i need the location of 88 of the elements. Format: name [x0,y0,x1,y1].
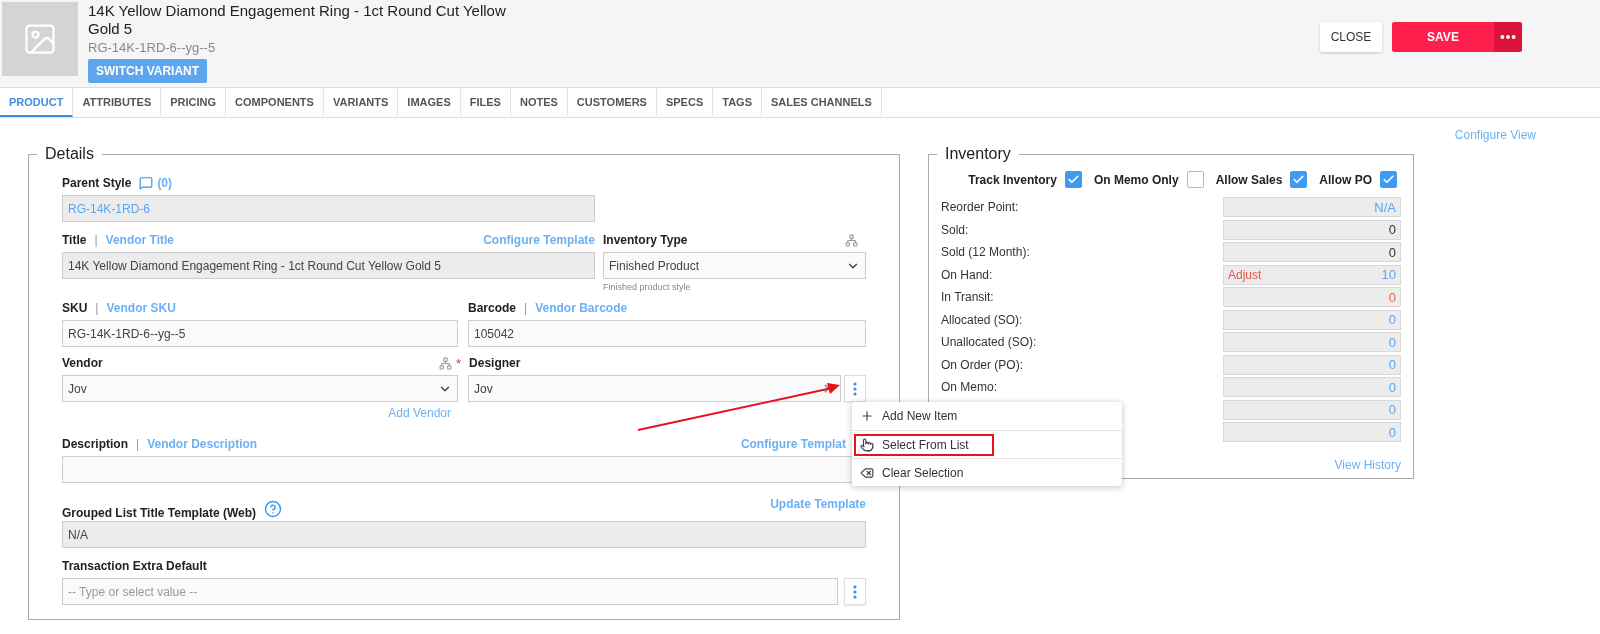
tab[interactable]: FILES [460,88,511,117]
product-title: 14K Yellow Diamond Engagement Ring - 1ct Round Cut Yellow Gold 5 [88,2,507,38]
menu-item[interactable]: Select From List [854,433,994,456]
tab[interactable]: PRICING [161,88,227,117]
inventory-label: On Memo: [941,380,997,395]
help-icon[interactable] [264,500,282,518]
checkbox[interactable] [1290,171,1308,188]
inventory-label: Allocated (SO): [941,312,1023,327]
inventory-label: On Order (PO): [941,357,1023,372]
inventory-label: Sold (12 Month): [941,245,1030,260]
field-label: Inventory Type [603,233,688,247]
inventory-value: 0 [1388,289,1396,305]
panel-title: Details [44,145,95,163]
checkbox[interactable] [1186,171,1204,188]
tab[interactable]: ATTRIBUTES [73,88,162,117]
kebab-icon [853,584,857,599]
inventory-label: On Hand: [941,267,993,282]
checkbox-label: Track Inventory [968,172,1057,187]
checkbox[interactable] [1064,171,1082,188]
field-label: SKU [62,301,88,315]
options-button[interactable] [844,375,866,402]
tab[interactable]: SALES CHANNELS [762,88,882,117]
comment-icon[interactable] [139,176,154,190]
tab[interactable]: VARIANTS [323,88,399,117]
panel-title: Inventory [944,145,1012,163]
more-button[interactable] [1494,22,1522,52]
field-label: Description [62,437,128,451]
product-sku: RG-14K-1RD-6--yg--5 [88,40,216,55]
field-label: Vendor [62,356,103,370]
kebab-icon [853,381,857,396]
inventory-value: N/A [1374,199,1396,215]
inventory-value: 0 [1388,424,1396,440]
hand-pointer-icon [860,437,874,452]
field-label: Parent Style [62,176,132,190]
grouped-title-field[interactable]: N/A [62,521,866,548]
checkbox-label: On Memo Only [1093,172,1179,187]
inventory-value: 10 [1381,267,1396,283]
close-button[interactable]: CLOSE [1320,22,1382,52]
inventory-label: Sold: [941,222,969,237]
vendor-select[interactable]: Jov [62,375,458,402]
field-label: Barcode [468,301,517,315]
checkbox[interactable] [1380,171,1397,188]
menu-item[interactable]: Clear Selection [854,461,970,484]
save-button[interactable]: SAVE [1392,22,1494,52]
separator: | [95,301,99,315]
inventory-value: 0 [1388,334,1396,350]
tab[interactable]: SPECS [656,88,714,117]
separator: | [94,233,98,247]
check-icon [1292,173,1306,186]
options-button[interactable] [844,578,866,605]
inventory-label: Unallocated (SO): [941,335,1037,350]
field-label: Title [62,233,87,247]
backspace-icon [860,465,874,480]
inventory-value: 0 [1388,244,1396,260]
sku-field[interactable]: RG-14K-1RD-6--yg--5 [62,320,458,347]
check-icon [1066,173,1080,186]
check-icon [1382,173,1395,186]
plus-icon [860,409,874,423]
separator: | [524,301,528,315]
inventory-value: 0 [1388,357,1396,373]
designer-field[interactable]: Jov [468,375,841,402]
image-icon [22,21,58,57]
checkbox-label: Allow PO [1319,172,1372,187]
field-hint: Finished product style [603,282,692,292]
tab[interactable]: TAGS [713,88,762,117]
inventory-value: 0 [1388,222,1396,238]
tab[interactable]: CUSTOMERS [567,88,657,117]
inventory-label: In Transit: [941,290,994,305]
title-field[interactable]: 14K Yellow Diamond Engagement Ring - 1ct Round Cut Yellow Gold 5 [62,252,595,279]
required-mark: * [456,355,462,371]
separator: | [136,437,140,451]
inventory-value: 0 [1388,402,1396,418]
tab[interactable]: NOTES [510,88,568,117]
inventory-value: 0 [1388,379,1396,395]
menu-item[interactable]: Add New Item [854,405,964,427]
field-label: Designer [469,356,521,370]
inventory-label: Reorder Point: [941,200,1019,215]
inventory-value: 0 [1388,312,1396,328]
inventory-type-select[interactable]: Finished Product [603,252,866,279]
hierarchy-icon[interactable] [845,233,858,247]
hierarchy-icon[interactable] [439,356,452,370]
more-icon [1500,34,1516,40]
barcode-field[interactable]: 105042 [468,320,866,347]
checkbox-label: Allow Sales [1215,172,1283,187]
field-label: Grouped List Title Template (Web) [62,506,256,520]
field-label: Transaction Extra Default [62,559,207,573]
tab[interactable]: COMPONENTS [226,88,324,117]
tab[interactable]: IMAGES [398,88,461,117]
